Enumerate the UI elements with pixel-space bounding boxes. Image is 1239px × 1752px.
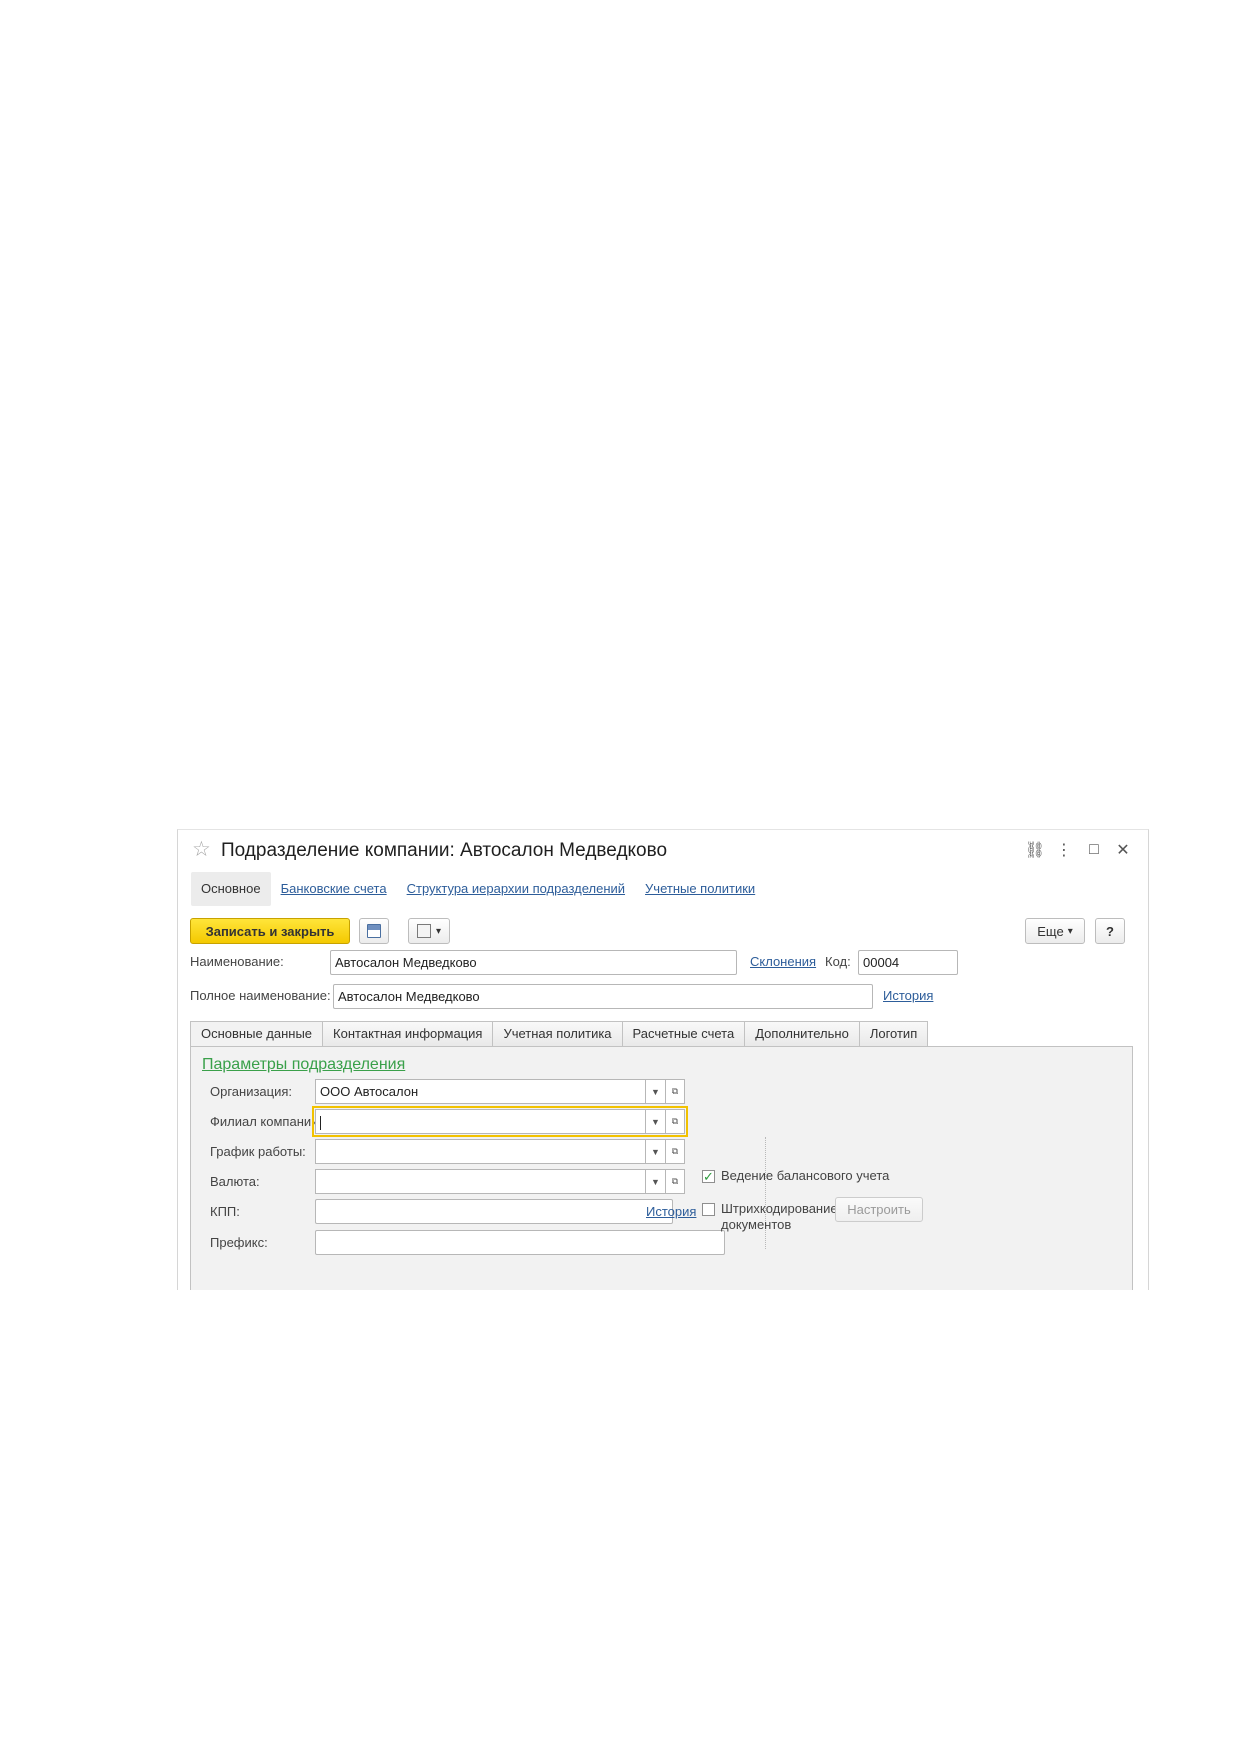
open-icon[interactable]: ⧉ <box>665 1109 685 1134</box>
nav-main[interactable]: Основное <box>191 872 271 906</box>
fullname-input[interactable]: Автосалон Медведково <box>333 984 873 1009</box>
form-tabs: Основные данные Контактная информация Уч… <box>190 1021 929 1047</box>
balance-accounting-label: Ведение балансового учета <box>721 1168 890 1183</box>
schedule-input[interactable] <box>315 1139 645 1164</box>
dropdown-arrow-icon[interactable]: ▼ <box>645 1109 665 1134</box>
vertical-separator <box>765 1137 766 1249</box>
name-label: Наименование: <box>190 954 284 969</box>
currency-field: ▼ ⧉ <box>315 1169 685 1194</box>
tab-panel-main-data: Параметры подразделения Организация: ООО… <box>190 1046 1133 1290</box>
chevron-down-icon: ▾ <box>435 925 442 937</box>
open-icon[interactable]: ⧉ <box>665 1169 685 1194</box>
barcode-documents-checkbox[interactable] <box>702 1203 715 1216</box>
text-cursor <box>320 1115 321 1130</box>
dropdown-arrow-icon[interactable]: ▼ <box>645 1139 665 1164</box>
open-icon[interactable]: ⧉ <box>665 1079 685 1104</box>
nav-hierarchy[interactable]: Структура иерархии подразделений <box>397 872 635 906</box>
organization-input[interactable]: ООО Автосалон <box>315 1079 645 1104</box>
fullname-label: Полное наименование: <box>190 988 331 1003</box>
organization-field: ООО Автосалон ▼ ⧉ <box>315 1079 685 1104</box>
save-and-close-button[interactable]: Записать и закрыть <box>190 918 350 944</box>
branch-label: Филиал компании: <box>210 1114 323 1129</box>
save-button[interactable] <box>359 918 389 944</box>
declension-link[interactable]: Склонения <box>750 954 816 969</box>
schedule-label: График работы: <box>210 1144 306 1159</box>
report-menu-button[interactable]: ▾ <box>408 918 450 944</box>
barcode-documents-label-line1: Штрихкодирование <box>721 1201 838 1216</box>
kpp-input[interactable] <box>315 1199 673 1224</box>
nav-accounting-policies[interactable]: Учетные политики <box>635 872 765 906</box>
tab-logo[interactable]: Логотип <box>859 1021 929 1047</box>
params-group-title[interactable]: Параметры подразделения <box>202 1056 405 1074</box>
branch-input[interactable] <box>315 1109 645 1134</box>
currency-input[interactable] <box>315 1169 645 1194</box>
prefix-input[interactable] <box>315 1230 725 1255</box>
tab-main-data[interactable]: Основные данные <box>190 1021 324 1047</box>
code-input[interactable]: 00004 <box>858 950 958 975</box>
fullname-history-link[interactable]: История <box>883 988 933 1003</box>
chevron-down-icon: ▾ <box>1067 925 1073 937</box>
schedule-field: ▼ ⧉ <box>315 1139 685 1164</box>
kpp-history-link[interactable]: История <box>646 1204 696 1219</box>
more-actions-label: Еще <box>1037 923 1064 939</box>
favorite-star-icon[interactable]: ☆ <box>192 839 211 860</box>
name-input[interactable]: Автосалон Медведково <box>330 950 737 975</box>
tab-accounting-policy[interactable]: Учетная политика <box>493 1021 623 1047</box>
tab-additional[interactable]: Дополнительно <box>745 1021 860 1047</box>
window-title: Подразделение компании: Автосалон Медвед… <box>221 840 668 861</box>
report-icon <box>416 924 431 938</box>
prefix-label: Префикс: <box>210 1235 268 1250</box>
tab-settlement-accounts[interactable]: Расчетные счета <box>622 1021 746 1047</box>
code-label: Код: <box>825 954 851 969</box>
currency-label: Валюта: <box>210 1174 260 1189</box>
tab-contact-info[interactable]: Контактная информация <box>323 1021 494 1047</box>
organization-label: Организация: <box>210 1084 293 1099</box>
dropdown-arrow-icon[interactable]: ▼ <box>645 1079 665 1104</box>
maximize-icon[interactable]: □ <box>1083 839 1105 861</box>
branch-field: ▼ ⧉ <box>312 1106 688 1137</box>
floppy-disk-icon <box>367 924 381 938</box>
close-icon[interactable]: ✕ <box>1112 839 1134 861</box>
balance-accounting-checkbox[interactable]: ✓ <box>702 1170 715 1183</box>
open-icon[interactable]: ⧉ <box>665 1139 685 1164</box>
barcode-documents-label-line2: документов <box>721 1217 792 1232</box>
more-actions-button[interactable]: Еще ▾ <box>1025 918 1085 944</box>
more-vert-icon[interactable]: ⋮ <box>1053 839 1075 861</box>
dropdown-arrow-icon[interactable]: ▼ <box>645 1169 665 1194</box>
help-button[interactable]: ? <box>1095 918 1125 944</box>
form-window: ☆ Подразделение компании: Автосалон Медв… <box>177 829 1149 1290</box>
kpp-label: КПП: <box>210 1204 240 1219</box>
configure-button[interactable]: Настроить <box>835 1197 923 1222</box>
nav-bank-accounts[interactable]: Банковские счета <box>271 872 397 906</box>
link-icon[interactable]: ⛓ <box>1024 839 1046 861</box>
form-navigation: Основное Банковские счета Структура иера… <box>191 872 765 906</box>
